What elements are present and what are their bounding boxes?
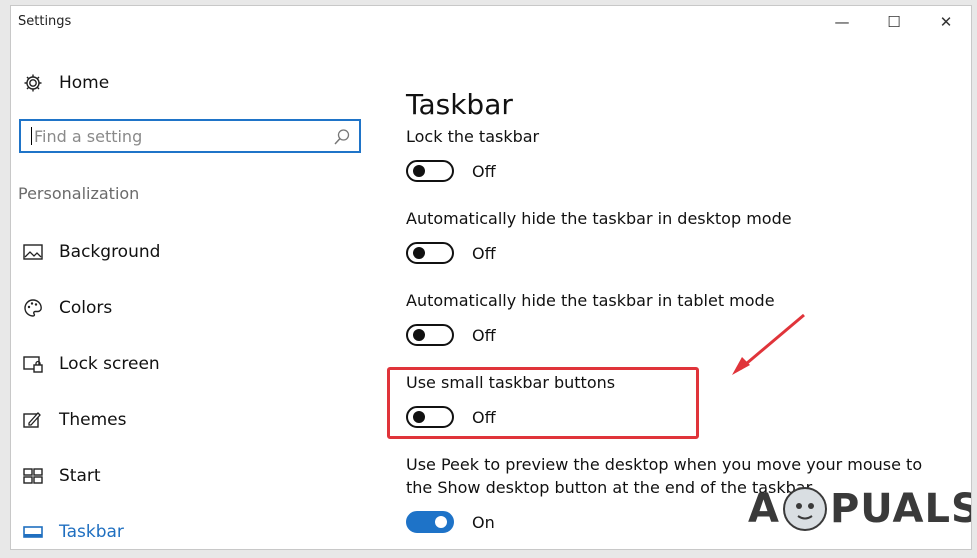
- watermark-logo: A PUALS: [748, 486, 972, 532]
- text-caret: [31, 127, 32, 145]
- sidebar-item-label: Themes: [59, 410, 127, 430]
- toggle-autohide-tablet[interactable]: Off: [406, 322, 496, 348]
- toggle-switch[interactable]: [406, 324, 454, 346]
- sidebar-item-colors[interactable]: Colors: [11, 288, 371, 328]
- title-bar: Settings — ☐ ✕: [11, 6, 971, 38]
- toggle-state-label: Off: [472, 243, 496, 263]
- window-title: Settings: [18, 14, 72, 29]
- setting-label-autohide-tablet: Automatically hide the taskbar in tablet…: [406, 291, 775, 310]
- search-icon[interactable]: [333, 128, 351, 146]
- lock-screen-icon: [22, 353, 44, 375]
- toggle-state-label: Off: [472, 325, 496, 345]
- toggle-switch[interactable]: [406, 242, 454, 264]
- search-box[interactable]: [19, 119, 361, 153]
- minimize-button[interactable]: —: [819, 6, 865, 38]
- maximize-button[interactable]: ☐: [871, 6, 917, 38]
- background-icon: [22, 241, 44, 263]
- sidebar-item-background[interactable]: Background: [11, 232, 371, 272]
- search-input[interactable]: [34, 124, 334, 148]
- sidebar-item-start[interactable]: Start: [11, 456, 371, 496]
- themes-icon: [22, 409, 44, 431]
- sidebar-item-themes[interactable]: Themes: [11, 400, 371, 440]
- mascot-icon: [782, 487, 827, 531]
- toggle-autohide-desktop[interactable]: Off: [406, 240, 496, 266]
- setting-label-autohide-desktop: Automatically hide the taskbar in deskto…: [406, 209, 792, 228]
- sidebar-home[interactable]: Home: [11, 63, 371, 103]
- sidebar-home-label: Home: [59, 73, 110, 93]
- toggle-state-label: On: [472, 512, 495, 532]
- sidebar-item-label: Lock screen: [59, 354, 160, 374]
- sidebar-item-label: Start: [59, 466, 101, 486]
- toggle-switch[interactable]: [406, 511, 454, 533]
- sidebar-item-label: Background: [59, 242, 161, 262]
- watermark-text-left: A: [748, 486, 780, 532]
- start-icon: [22, 465, 44, 487]
- colors-icon: [22, 297, 44, 319]
- annotation-arrow: [732, 313, 805, 375]
- setting-label-lock-taskbar: Lock the taskbar: [406, 127, 540, 146]
- sidebar-item-label: Colors: [59, 298, 113, 318]
- sidebar-item-label: Taskbar: [59, 522, 124, 542]
- minimize-icon: —: [834, 13, 850, 31]
- toggle-switch[interactable]: [406, 160, 454, 182]
- page-title: Taskbar: [406, 87, 513, 121]
- taskbar-icon: [22, 521, 44, 543]
- maximize-icon: ☐: [887, 13, 901, 31]
- close-icon: ✕: [939, 13, 953, 31]
- gear-icon: [22, 72, 44, 94]
- settings-window: Settings — ☐ ✕ Home Personalization Back…: [10, 5, 972, 550]
- highlight-box: [387, 367, 699, 439]
- close-button[interactable]: ✕: [923, 6, 969, 38]
- sidebar-item-taskbar[interactable]: Taskbar: [11, 512, 371, 549]
- watermark-text-right: PUALS: [829, 486, 972, 532]
- toggle-peek[interactable]: On: [406, 509, 495, 535]
- sidebar-item-lock-screen[interactable]: Lock screen: [11, 344, 371, 384]
- toggle-lock-taskbar[interactable]: Off: [406, 158, 496, 184]
- toggle-state-label: Off: [472, 161, 496, 181]
- section-label-personalization: Personalization: [18, 184, 140, 203]
